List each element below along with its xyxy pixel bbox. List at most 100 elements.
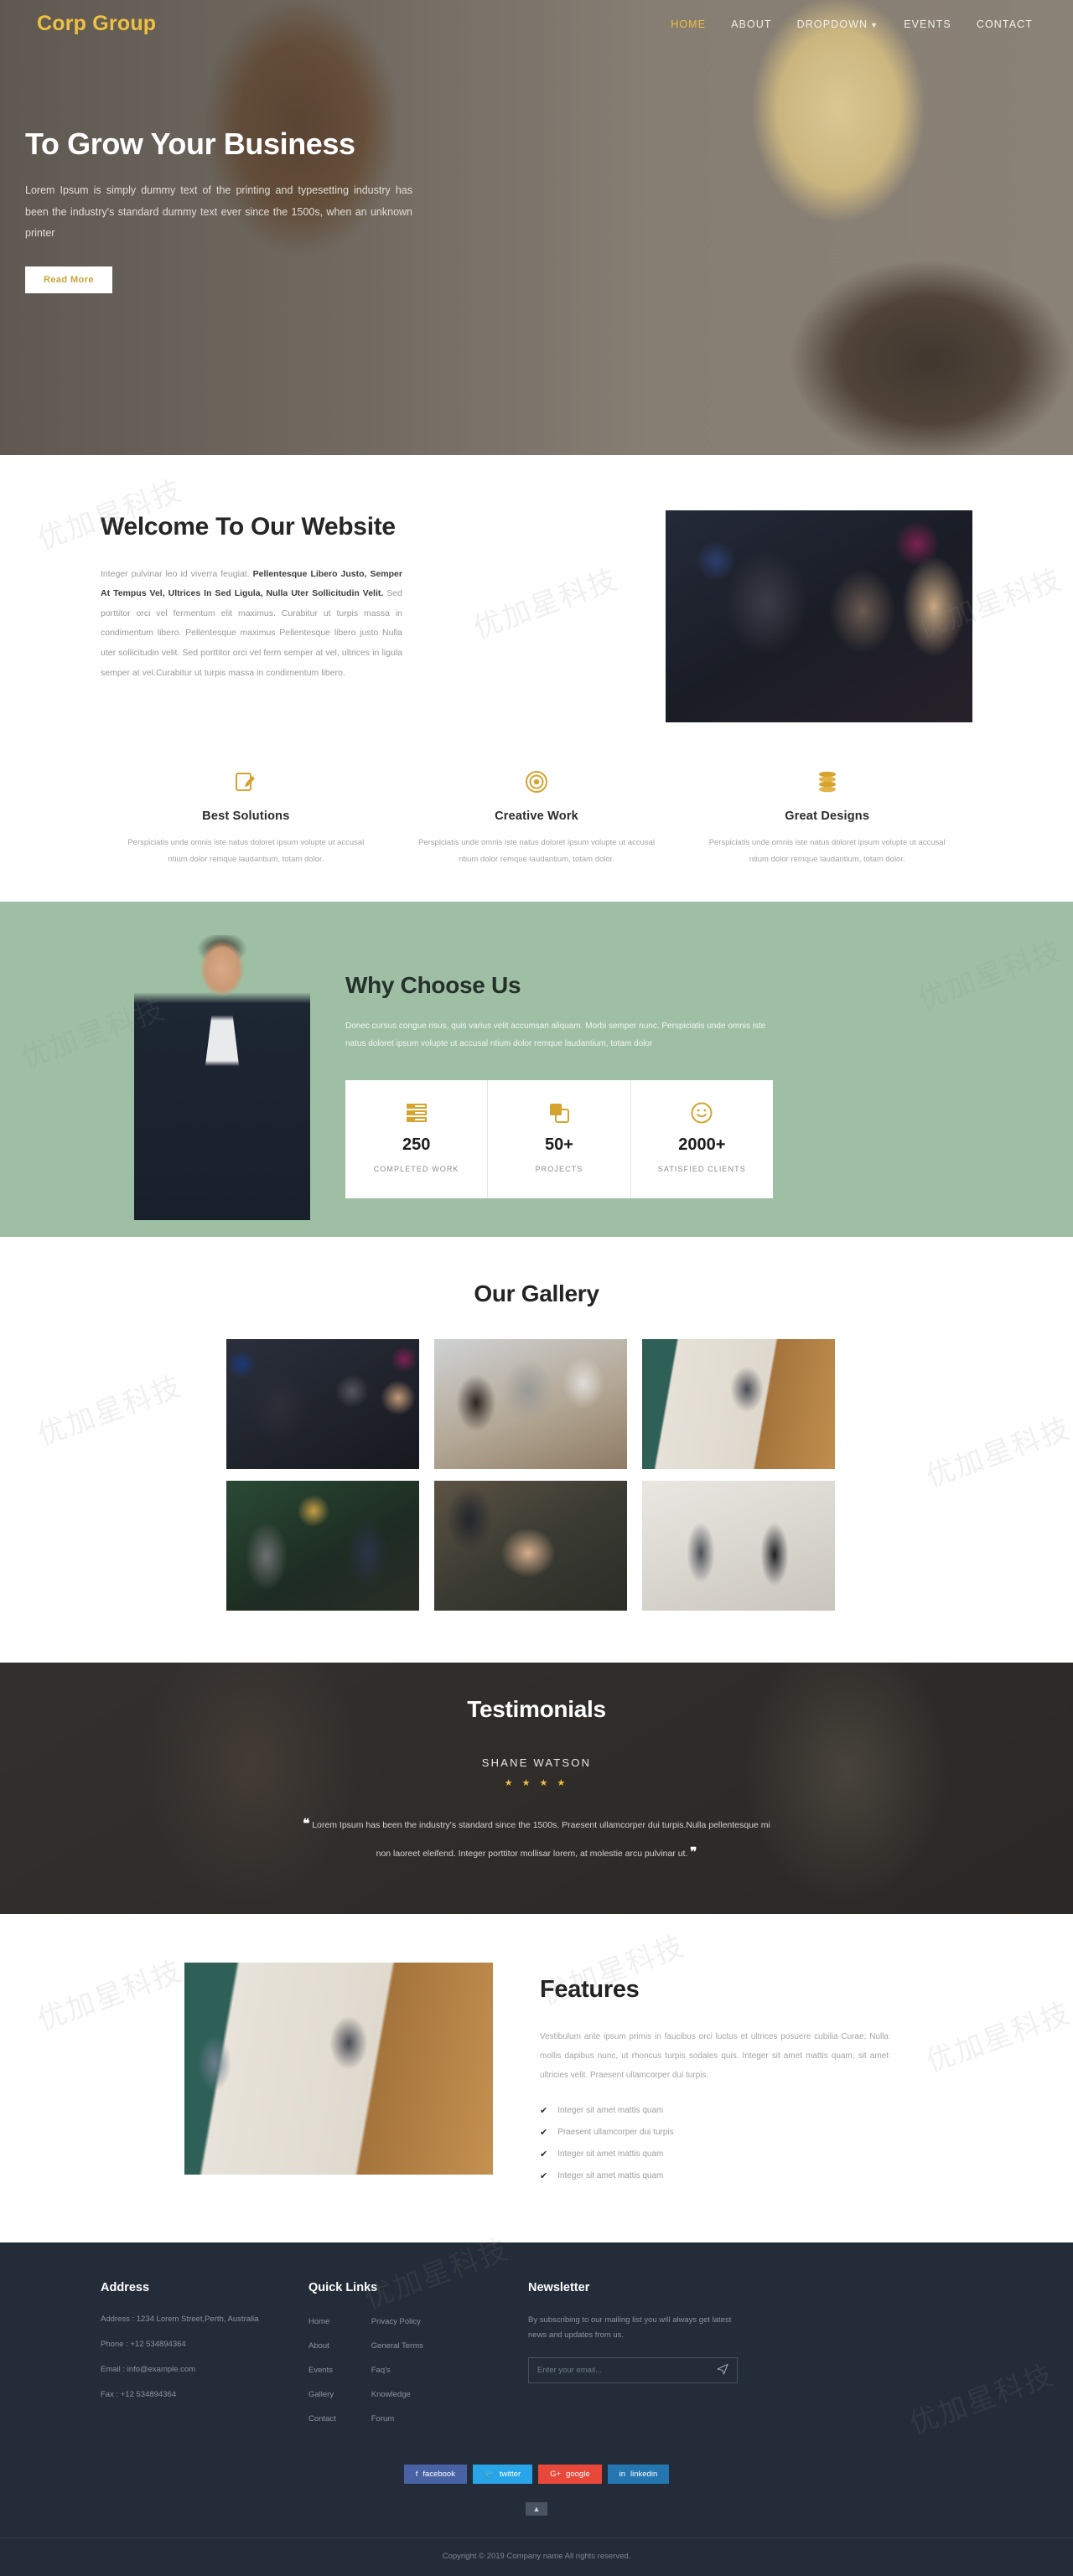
footer-links-col2: Privacy Policy General Terms Faq's Knowl… [371, 2313, 423, 2434]
footer-link-forum[interactable]: Forum [371, 2414, 394, 2423]
stat-number: 2000+ [678, 1135, 726, 1154]
read-more-button[interactable]: Read More [25, 266, 112, 293]
social-label-facebook: facebook [422, 2469, 455, 2479]
watermark: 优加星科技 [922, 1997, 1073, 2079]
watermark: 优加星科技 [34, 1955, 187, 2037]
newsletter-email-input[interactable] [537, 2365, 717, 2375]
social-link-facebook[interactable]: f facebook [403, 2464, 467, 2484]
welcome-rest: Sed porttitor orci vel fermentum elit ma… [101, 588, 402, 678]
testimonial-quote: ❝ Lorem Ipsum has been the industry's st… [302, 1810, 771, 1868]
service-card[interactable]: Best Solutions Perspiciatis unde omnis i… [101, 768, 391, 868]
footer-link-general-terms[interactable]: General Terms [371, 2341, 423, 2351]
welcome-image [666, 510, 972, 722]
smiley-face-icon [638, 1100, 766, 1125]
footer-address-line: Address : 1234 Lorem Street,Perth, Austr… [101, 2314, 259, 2324]
gallery-item[interactable] [642, 1480, 835, 1611]
hero-title: To Grow Your Business [25, 127, 355, 161]
footer-link-faqs[interactable]: Faq's [371, 2366, 391, 2375]
image-placeholder [666, 510, 972, 722]
service-card[interactable]: Creative Work Perspiciatis unde omnis is… [391, 768, 682, 868]
social-buttons: f facebook 🐦 twitter G+ google in linkedin [0, 2464, 1073, 2484]
stat-number: 50+ [545, 1135, 573, 1154]
footer-link-events[interactable]: Events [308, 2366, 333, 2375]
stat-number: 250 [402, 1135, 431, 1154]
list-item: Gallery [308, 2386, 336, 2401]
footer-link-knowledge[interactable]: Knowledge [371, 2390, 411, 2399]
social-link-google[interactable]: G+ google [538, 2464, 602, 2484]
stat-item: 50+ PROJECTS [488, 1079, 631, 1198]
gallery-item[interactable] [226, 1338, 419, 1469]
facebook-icon: f [415, 2469, 418, 2479]
feature-label: Integer sit amet mattis quam [557, 2170, 664, 2180]
social-label-twitter: twitter [499, 2469, 521, 2479]
gallery-item[interactable] [642, 1338, 835, 1469]
footer-link-gallery[interactable]: Gallery [308, 2390, 334, 2399]
feature-list-item: ✔ Integer sit amet mattis quam [540, 2149, 889, 2160]
stat-label: SATISFIED CLIENTS [657, 1164, 746, 1173]
paper-plane-icon[interactable] [717, 2363, 728, 2377]
social-label-linkedin: linkedin [630, 2469, 658, 2479]
list-item: About [308, 2337, 336, 2352]
social-label-google: google [566, 2469, 590, 2479]
testimonials-title: Testimonials [467, 1695, 606, 1722]
testimonial-author: SHANE WATSON [481, 1756, 592, 1769]
nav-item-home[interactable]: HOME [671, 18, 706, 30]
list-item: Knowledge [371, 2386, 423, 2401]
footer-link-contact[interactable]: Contact [308, 2414, 336, 2423]
gallery-item[interactable] [434, 1480, 627, 1611]
quote-close-icon: ❞ [690, 1845, 697, 1860]
service-card-title: Creative Work [495, 810, 578, 823]
service-card-title: Best Solutions [202, 810, 290, 823]
service-card[interactable]: Great Designs Perspiciatis unde omnis is… [682, 768, 972, 868]
back-to-top-button[interactable]: ▲ [526, 2501, 547, 2516]
hero-content: To Grow Your Business Lorem Ipsum is sim… [0, 36, 428, 293]
feature-label: Integer sit amet mattis quam [557, 2105, 664, 2115]
footer-link-home[interactable]: Home [308, 2317, 329, 2326]
list-item: Events [308, 2361, 336, 2377]
stat-item: 250 COMPLETED WORK [345, 1079, 489, 1198]
check-icon: ✔ [540, 2149, 548, 2160]
service-card-title: Great Designs [785, 810, 870, 823]
footer-phone-line: Phone : +12 534894364 [101, 2340, 186, 2350]
footer-link-about[interactable]: About [308, 2341, 329, 2351]
watermark: 优加星科技 [34, 1370, 187, 1452]
social-link-twitter[interactable]: 🐦 twitter [472, 2464, 533, 2484]
nav-item-about[interactable]: ABOUT [731, 18, 772, 30]
footer-link-privacy-policy[interactable]: Privacy Policy [371, 2317, 421, 2326]
feature-label: Praesent ullamcorper dui turpis [557, 2127, 674, 2137]
footer-newsletter-heading: Newsletter [528, 2280, 590, 2294]
check-icon: ✔ [540, 2127, 548, 2138]
nav-dropdown-label: DROPDOWN [796, 18, 868, 30]
feature-list-item: ✔ Integer sit amet mattis quam [540, 2170, 889, 2181]
why-person-image [134, 934, 310, 1220]
check-icon: ✔ [540, 2105, 548, 2116]
footer-email-line: Email : info@example.com [101, 2365, 196, 2375]
feature-label: Integer sit amet mattis quam [557, 2149, 664, 2159]
nav-item-events[interactable]: EVENTS [904, 18, 951, 30]
rating-stars: ★ ★ ★ ★ [504, 1777, 569, 1788]
list-item: Forum [371, 2410, 423, 2425]
footer-fax-line: Fax : +12 534894364 [101, 2390, 177, 2400]
gallery-item[interactable] [226, 1480, 419, 1611]
hero-section: Corp Group HOME ABOUT DROPDOWN ▼ EVENTS C… [0, 0, 1073, 455]
why-description: Donec cursus congue risus, quis varius v… [345, 1021, 766, 1049]
feature-list-item: ✔ Praesent ullamcorper dui turpis [540, 2127, 889, 2138]
stat-label: COMPLETED WORK [373, 1164, 459, 1173]
social-link-linkedin[interactable]: in linkedin [607, 2464, 670, 2484]
nav-item-contact[interactable]: CONTACT [977, 18, 1033, 30]
features-image [184, 1962, 493, 2175]
list-item: General Terms [371, 2337, 423, 2352]
hero-description: Lorem Ipsum is simply dummy text of the … [25, 184, 412, 240]
gallery-item[interactable] [434, 1338, 627, 1469]
nav-item-dropdown[interactable]: DROPDOWN ▼ [797, 18, 879, 30]
stats-row: 250 COMPLETED WORK 50+ PROJECTS 2000+ SA… [345, 1079, 773, 1198]
gallery-grid [226, 1338, 847, 1611]
features-list: ✔ Integer sit amet mattis quam ✔ Praesent … [540, 2105, 889, 2181]
welcome-title: Welcome To Our Website [101, 513, 396, 541]
features-section: 优加星科技 优加星科技 优加星科技 Features Vestibulum an… [0, 1913, 1073, 2242]
watermark: 优加星科技 [922, 1412, 1073, 1494]
brand-logo[interactable]: Corp Group [37, 12, 156, 36]
site-footer: 优加星科技 优加星科技 Address Address : 1234 Lorem… [0, 2234, 1073, 2576]
main-navigation: Corp Group HOME ABOUT DROPDOWN ▼ EVENTS C… [0, 0, 1073, 36]
server-list-icon [352, 1100, 480, 1125]
